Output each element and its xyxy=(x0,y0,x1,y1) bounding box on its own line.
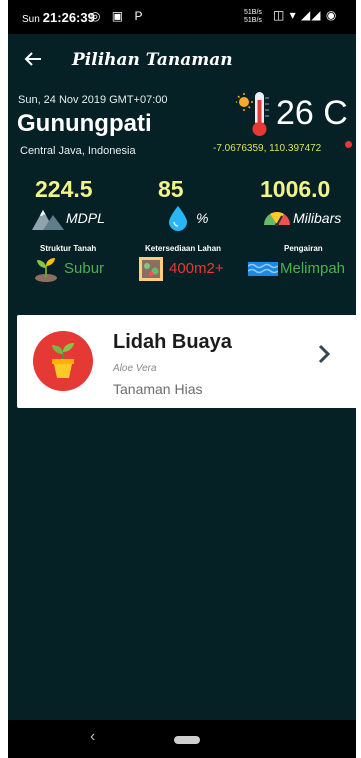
location-name: Gunungpati xyxy=(17,110,152,137)
arrow-left-icon xyxy=(24,52,41,66)
app-screen: Sun 21:26:39 ◎ ▣ P 51B/s 51B/s ◫ ▾ ◢◢ ◉ P… xyxy=(8,0,358,758)
thermometer-icon xyxy=(236,92,269,136)
status-bar: Sun 21:26:39 ◎ ▣ P 51B/s 51B/s ◫ ▾ ◢◢ ◉ xyxy=(8,0,356,34)
land-label: Ketersediaan Lahan xyxy=(145,244,222,253)
coordinates-text: -7.0676359, 110.397472 xyxy=(213,143,322,154)
soil-value: Subur xyxy=(64,260,105,277)
pressure-unit: Milibars xyxy=(293,210,342,226)
speed-up: 51B/s xyxy=(244,9,262,16)
navigation-bar: ‹ xyxy=(8,720,356,758)
waves-icon xyxy=(248,262,278,276)
plant-latin-name: Aloe Vera xyxy=(113,363,157,374)
status-time: Sun 21:26:39 xyxy=(22,10,95,25)
land-map-icon xyxy=(139,257,163,281)
water-label: Pengairan xyxy=(284,244,323,253)
app-bar: Pilihan Tanaman xyxy=(8,34,356,84)
date-text: Sun, 24 Nov 2019 GMT+07:00 xyxy=(18,94,168,106)
page-title: Pilihan Tanaman xyxy=(72,50,233,70)
gauge-icon xyxy=(263,211,291,226)
nav-back-icon[interactable]: ‹ xyxy=(90,728,95,746)
status-clock: 21:26:39 xyxy=(42,10,95,25)
potted-plant-icon xyxy=(52,343,74,378)
temperature-value: 26 C xyxy=(276,94,348,132)
notification-icons: ◎ ▣ P xyxy=(90,9,147,23)
nav-home-pill[interactable] xyxy=(174,736,200,744)
water-value: Melimpah xyxy=(280,260,346,277)
land-value: 400m2+ xyxy=(169,260,224,277)
humidity-unit: % xyxy=(196,210,209,226)
altitude-unit: MDPL xyxy=(66,210,105,226)
water-drop-icon xyxy=(169,206,187,231)
pressure-value: 1006.0 xyxy=(260,176,331,202)
mountain-icon xyxy=(32,210,64,230)
plant-name: Lidah Buaya xyxy=(113,331,232,353)
humidity-value: 85 xyxy=(158,176,184,202)
network-speed: 51B/s 51B/s xyxy=(244,9,262,25)
plant-card[interactable]: Lidah Buaya Aloe Vera Tanaman Hias xyxy=(17,315,358,408)
soil-label: Struktur Tanah xyxy=(40,244,97,253)
sprout-icon xyxy=(35,258,57,282)
plant-avatar xyxy=(33,331,93,391)
plant-category: Tanaman Hias xyxy=(113,381,203,397)
location-dot-icon xyxy=(345,141,352,148)
speed-down: 51B/s xyxy=(244,17,262,24)
altitude-value: 224.5 xyxy=(35,176,93,202)
chevron-right-icon[interactable] xyxy=(317,343,331,365)
region-text: Central Java, Indonesia xyxy=(20,145,136,157)
status-day: Sun xyxy=(22,14,40,25)
system-icons: ◫ ▾ ◢◢ ◉ xyxy=(273,8,338,22)
